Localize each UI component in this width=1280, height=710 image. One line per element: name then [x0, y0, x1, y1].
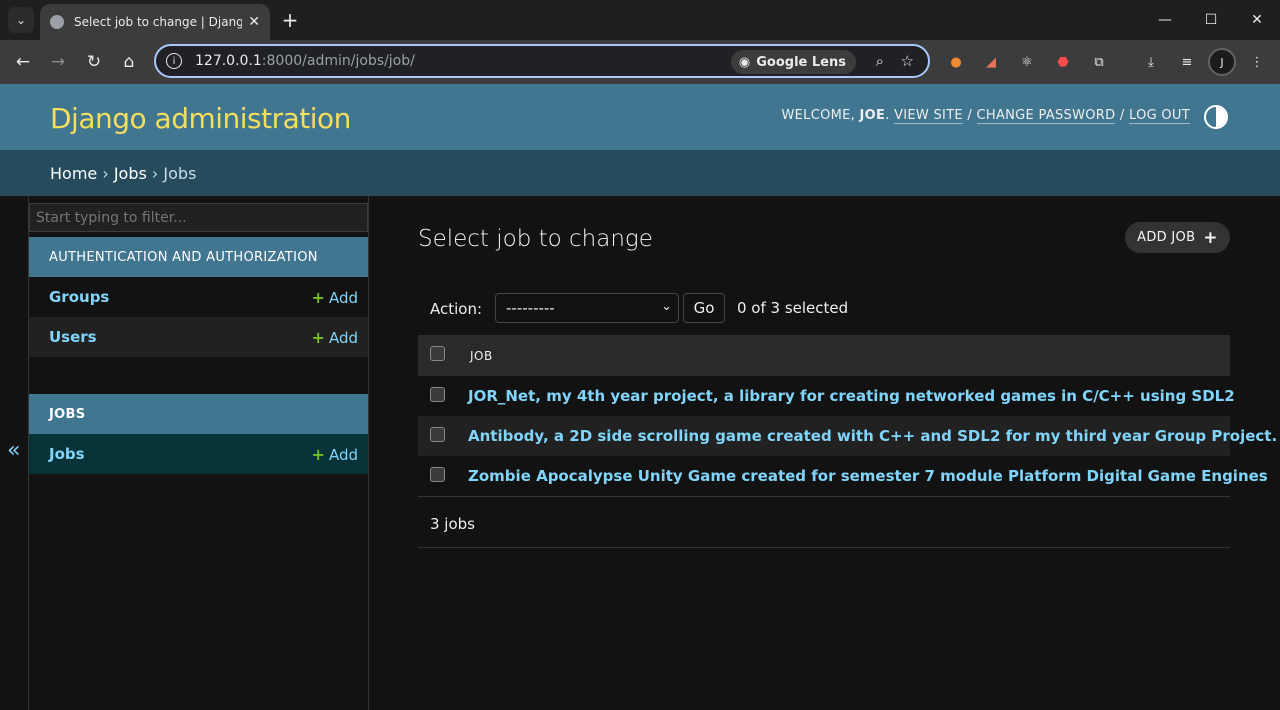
table-row: Antibody, a 2D side scrolling game creat… [418, 416, 1277, 456]
main-content: Select job to change ADD JOB + Action: --… [370, 196, 1280, 710]
job-link[interactable]: Antibody, a 2D side scrolling game creat… [468, 427, 1277, 445]
sidebar-item-label[interactable]: Users [49, 328, 97, 346]
action-label: Action: [430, 300, 483, 318]
breadcrumb-app[interactable]: Jobs [114, 164, 147, 183]
sidebar-filter-input[interactable] [29, 203, 368, 232]
breadcrumb: Home › Jobs › Jobs [0, 150, 1280, 196]
menu-kebab-icon[interactable]: ⋮ [1247, 52, 1267, 72]
module-caption-jobs[interactable]: JOBS [29, 394, 368, 434]
actions-bar: Action: --------- ⌄ Go 0 of 3 selected [418, 292, 1230, 326]
theme-toggle-icon[interactable] [1204, 105, 1228, 129]
globe-icon [50, 15, 64, 29]
site-branding[interactable]: Django administration [50, 102, 351, 135]
reload-icon[interactable]: ↻ [82, 50, 106, 74]
sidebar-item-users[interactable]: Users + Add [29, 317, 368, 357]
close-window-button[interactable]: ✕ [1234, 0, 1280, 40]
add-groups-link[interactable]: + Add [312, 288, 358, 307]
job-link[interactable]: JOR_Net, my 4th year project, a library … [468, 387, 1235, 405]
result-count: 3 jobs [430, 515, 475, 533]
extension-icon[interactable]: ● [946, 52, 966, 72]
tab-title: Select job to change | Django site admin [74, 15, 242, 29]
react-devtools-icon[interactable]: ⚛ [1017, 52, 1037, 72]
breadcrumb-current: Jobs [163, 164, 197, 183]
username: JOE [859, 108, 886, 123]
table-row: JOR_Net, my 4th year project, a library … [418, 376, 1235, 416]
chevron-down-icon: ⌄ [661, 299, 672, 314]
bookmark-star-icon[interactable]: ☆ [901, 52, 914, 70]
zoom-icon[interactable]: ⌕ [876, 52, 884, 70]
adblock-icon[interactable]: ⬣ [1053, 52, 1073, 72]
action-select[interactable]: --------- ⌄ [495, 293, 679, 323]
sidebar-item-label[interactable]: Groups [49, 288, 109, 306]
row-checkbox[interactable] [430, 427, 445, 442]
tab-close-icon[interactable]: ✕ [248, 14, 260, 30]
toggle-sidebar-button[interactable]: « [0, 196, 29, 710]
tab-search-chevron-icon[interactable]: ⌄ [8, 7, 34, 33]
forward-arrow-icon[interactable]: → [46, 50, 70, 74]
add-job-button[interactable]: ADD JOB + [1125, 222, 1230, 253]
maximize-button[interactable]: ☐ [1188, 0, 1234, 40]
log-out-link[interactable]: LOG OUT [1128, 108, 1190, 124]
back-arrow-icon[interactable]: ← [11, 50, 35, 74]
breadcrumb-home[interactable]: Home [50, 164, 97, 183]
admin-header: Django administration WELCOME, JOE. VIEW… [0, 84, 1280, 150]
view-site-link[interactable]: VIEW SITE [894, 108, 963, 124]
select-all-checkbox[interactable] [430, 346, 445, 361]
job-link[interactable]: Zombie Apocalypse Unity Game created for… [468, 467, 1268, 485]
module-caption-auth[interactable]: AUTHENTICATION AND AUTHORIZATION [29, 237, 368, 277]
profile-avatar[interactable]: J [1208, 48, 1236, 76]
table-header: JOB [418, 335, 1230, 376]
column-header-job[interactable]: JOB [470, 349, 493, 363]
results-table: JOB JOR_Net, my 4th year project, a libr… [418, 335, 1277, 548]
go-button[interactable]: Go [683, 293, 725, 323]
paginator: 3 jobs [418, 496, 1230, 548]
sidebar-item-groups[interactable]: Groups + Add [29, 277, 368, 317]
row-checkbox[interactable] [430, 467, 445, 482]
download-icon[interactable]: ⤓ [1141, 52, 1161, 72]
browser-toolbar: ← → ↻ ⌂ i 127.0.0.1:8000/admin/jobs/job/… [0, 40, 1280, 84]
extensions-puzzle-icon[interactable]: ⧉ [1089, 52, 1109, 72]
plus-icon: + [311, 445, 325, 464]
collapse-chevron-icon: « [7, 438, 21, 463]
sidebar-item-jobs[interactable]: Jobs + Add [29, 434, 368, 474]
page-title: Select job to change [418, 226, 653, 252]
extension-icon[interactable]: ◢ [981, 52, 1001, 72]
minimize-button[interactable]: — [1142, 0, 1188, 40]
table-row: Zombie Apocalypse Unity Game created for… [418, 456, 1268, 496]
url-text[interactable]: 127.0.0.1:8000/admin/jobs/job/ [195, 53, 415, 69]
media-queue-icon[interactable]: ≡ [1177, 52, 1197, 72]
nav-sidebar: AUTHENTICATION AND AUTHORIZATION Groups … [29, 196, 369, 710]
change-password-link[interactable]: CHANGE PASSWORD [976, 108, 1116, 124]
row-checkbox[interactable] [430, 387, 445, 402]
new-tab-button[interactable]: + [278, 8, 302, 32]
add-jobs-link[interactable]: + Add [312, 445, 358, 464]
welcome-text: WELCOME, [781, 108, 860, 123]
plus-icon: + [1203, 227, 1218, 248]
plus-icon: + [311, 288, 325, 307]
camera-icon: ◉ [738, 54, 751, 70]
site-info-icon[interactable]: i [166, 53, 182, 69]
address-bar[interactable]: i 127.0.0.1:8000/admin/jobs/job/ ◉ Google… [154, 44, 930, 78]
selection-counter: 0 of 3 selected [737, 299, 849, 317]
user-tools: WELCOME, JOE. VIEW SITE / CHANGE PASSWOR… [781, 108, 1190, 124]
add-users-link[interactable]: + Add [312, 328, 358, 347]
sidebar-item-label[interactable]: Jobs [49, 445, 85, 463]
browser-tab-active[interactable]: Select job to change | Django site admin… [40, 4, 270, 40]
google-lens-button[interactable]: ◉ Google Lens [730, 50, 856, 74]
plus-icon: + [311, 328, 325, 347]
home-icon[interactable]: ⌂ [117, 50, 141, 74]
browser-tabbar: ⌄ Select job to change | Django site adm… [0, 0, 1280, 40]
